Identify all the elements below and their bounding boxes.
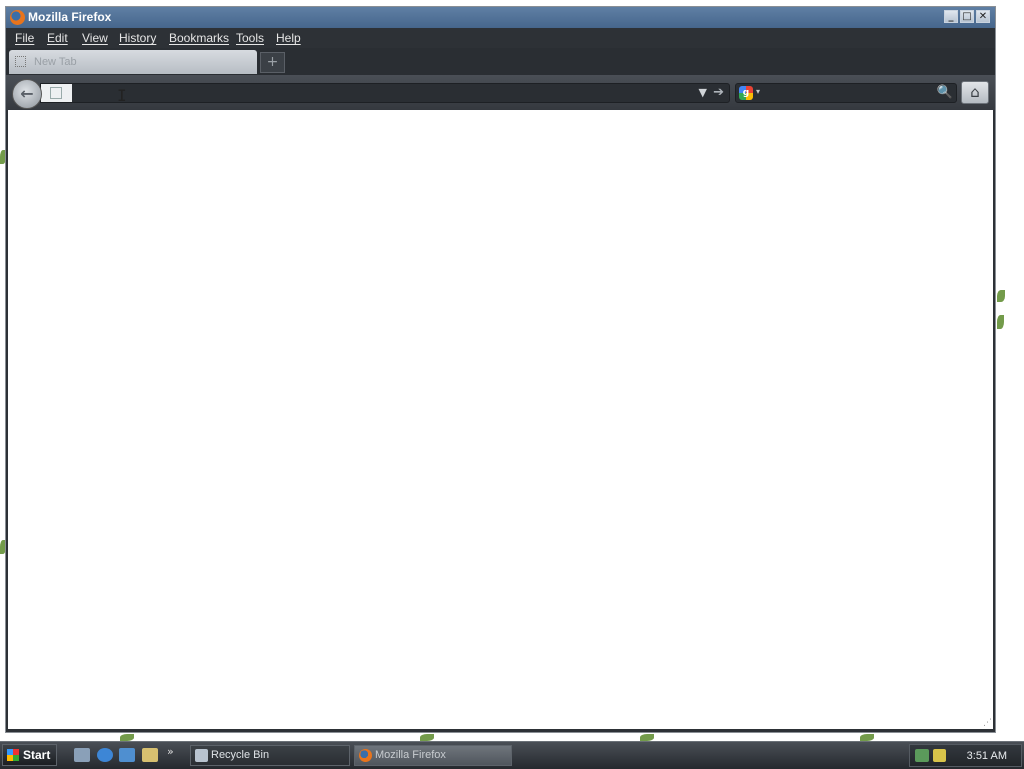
back-button[interactable]: ← [12,79,42,109]
google-search-engine-icon[interactable]: g [739,86,753,100]
vine-leaf [997,290,1005,302]
internet-explorer-icon[interactable] [97,748,113,762]
show-desktop-icon[interactable] [74,748,90,762]
close-button[interactable]: ✕ [976,10,990,23]
site-identity-button[interactable] [41,84,72,102]
url-bar[interactable]: ▼ ➔ [40,83,730,103]
menu-help[interactable]: Help [276,31,301,45]
security-icon[interactable] [933,749,946,762]
navigation-toolbar: ▼ ➔ ← g ▾ 🔍 ⌂ [6,75,995,110]
system-tray: 3:51 AM [909,744,1022,767]
maximize-button[interactable]: □ [960,10,974,23]
firefox-icon [10,10,25,25]
new-tab-button[interactable]: + [260,52,285,73]
vine-leaf [120,734,134,741]
search-input[interactable] [768,85,932,103]
taskbar-item-label: Mozilla Firefox [375,749,446,761]
search-engine-dropdown-icon[interactable]: ▾ [756,87,760,96]
blank-page-icon [50,87,62,99]
outlook-express-icon[interactable] [119,748,135,762]
url-input[interactable] [77,85,681,103]
menu-history[interactable]: History [119,31,156,45]
quick-launch-more-icon[interactable]: » [167,745,174,758]
clock[interactable]: 3:51 AM [967,750,1007,762]
tab-label: New Tab [34,56,77,68]
vine-leaf [640,734,654,741]
recycle-bin-icon [195,749,208,762]
page-content[interactable]: ⋰ [8,110,993,729]
menu-bar: File Edit View History Bookmarks Tools H… [6,28,995,48]
search-bar[interactable]: g ▾ 🔍 [735,83,957,103]
menu-bookmarks[interactable]: Bookmarks [169,31,229,45]
search-icon[interactable]: 🔍 [937,85,953,100]
taskbar-item-firefox[interactable]: Mozilla Firefox [354,745,512,766]
menu-file[interactable]: File [15,31,34,45]
menu-edit[interactable]: Edit [47,31,68,45]
text-cursor-icon: I [117,86,127,105]
start-label: Start [23,748,51,762]
tab-new-tab[interactable]: New Tab [9,50,257,74]
window-title: Mozilla Firefox [28,10,112,24]
start-button[interactable]: Start [2,744,57,766]
network-icon[interactable] [915,749,929,762]
resize-grip-icon[interactable]: ⋰ [983,719,992,728]
title-bar[interactable]: Mozilla Firefox _ □ ✕ [6,7,995,28]
menu-tools[interactable]: Tools [236,31,264,45]
taskbar: Start » Recycle Bin Mozilla Firefox 3:51… [0,741,1024,769]
firefox-icon [359,749,372,762]
search-folder-icon[interactable] [142,748,158,762]
vine-leaf [420,734,434,741]
tab-strip: New Tab + [6,48,995,75]
taskbar-item-recycle-bin[interactable]: Recycle Bin [190,745,350,766]
blank-page-icon [15,56,26,67]
menu-view[interactable]: View [82,31,108,45]
firefox-window: Mozilla Firefox _ □ ✕ File Edit View His… [5,6,996,733]
minimize-button[interactable]: _ [944,10,958,23]
url-history-dropdown-icon[interactable]: ▼ [699,86,707,99]
go-arrow-icon[interactable]: ➔ [713,85,724,100]
vine-leaf [997,315,1004,329]
windows-logo-icon [7,749,19,761]
home-button[interactable]: ⌂ [961,81,989,104]
taskbar-item-label: Recycle Bin [211,749,270,761]
vine-leaf [860,734,874,741]
